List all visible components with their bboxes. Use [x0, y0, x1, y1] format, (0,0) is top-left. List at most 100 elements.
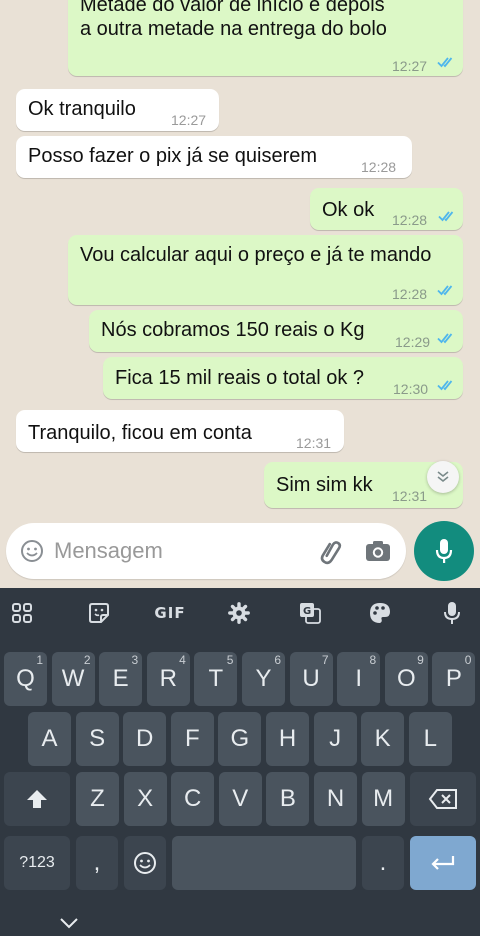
- key-r[interactable]: R4: [146, 652, 190, 706]
- message-time: 12:27: [392, 58, 428, 74]
- emoji-key[interactable]: [124, 836, 166, 890]
- key-label: Y: [255, 665, 272, 692]
- settings-icon[interactable]: [221, 598, 257, 628]
- mic-icon: [435, 539, 453, 563]
- key-label: J: [329, 725, 342, 752]
- key-label: U: [302, 665, 320, 692]
- key-label: I: [355, 665, 363, 692]
- message-bubble-outgoing[interactable]: Ok ok 12:28: [310, 188, 463, 230]
- message-bubble-outgoing[interactable]: Nós cobramos 150 reais o Kg 12:29: [89, 310, 463, 352]
- message-text: Fica 15 mil reais o total ok ?: [115, 367, 364, 389]
- attach-icon[interactable]: [317, 537, 345, 565]
- key-label: F: [184, 725, 200, 752]
- key-m[interactable]: M: [361, 772, 405, 826]
- message-text: Tranquilo, ficou em conta: [28, 422, 252, 444]
- double-check-read-icon: [437, 332, 455, 344]
- backspace-key[interactable]: [410, 772, 476, 826]
- key-hint: 8: [369, 653, 377, 667]
- key-label: M: [373, 785, 394, 812]
- message-bubble-incoming[interactable]: Posso fazer o pix já se quiserem 12:28: [16, 136, 412, 178]
- enter-key[interactable]: [410, 836, 476, 890]
- message-text: Vou calcular aqui o preço e já te mando: [80, 244, 432, 266]
- message-bubble-incoming[interactable]: Tranquilo, ficou em conta 12:31: [16, 410, 344, 452]
- key-l[interactable]: L: [408, 712, 452, 766]
- palette-icon[interactable]: [362, 598, 398, 628]
- message-composer[interactable]: Mensagem: [6, 523, 406, 579]
- key-h[interactable]: H: [266, 712, 309, 766]
- key-e[interactable]: E3: [99, 652, 143, 706]
- sticker-icon[interactable]: [81, 598, 117, 628]
- period-key[interactable]: .: [362, 836, 404, 890]
- symbols-key[interactable]: ?123: [4, 836, 70, 890]
- key-label: W: [61, 665, 85, 692]
- translate-icon[interactable]: G: [292, 598, 328, 628]
- key-x[interactable]: X: [123, 772, 167, 826]
- message-time: 12:28: [361, 159, 397, 175]
- key-label: P: [445, 665, 462, 692]
- key-f[interactable]: F: [170, 712, 214, 766]
- key-label: D: [136, 725, 154, 752]
- shift-key[interactable]: [4, 772, 70, 826]
- message-time: 12:28: [392, 212, 428, 228]
- hide-keyboard-icon[interactable]: [58, 916, 80, 930]
- chat-area: Metade do valor de início e depois a out…: [0, 0, 480, 588]
- double-check-read-icon: [437, 284, 455, 296]
- double-check-read-icon: [437, 379, 455, 391]
- mic-icon[interactable]: [434, 598, 470, 628]
- backspace-icon: [428, 789, 457, 809]
- message-bubble-incoming[interactable]: Ok tranquilo 12:27: [16, 89, 219, 131]
- scroll-to-bottom-button[interactable]: [427, 461, 459, 493]
- key-n[interactable]: N: [314, 772, 357, 826]
- key-hint: 2: [83, 653, 91, 667]
- double-chevron-down-icon: [437, 471, 449, 483]
- apps-icon[interactable]: [4, 598, 40, 628]
- key-hint: 7: [321, 653, 329, 667]
- key-w[interactable]: W2: [51, 652, 95, 706]
- message-bubble-outgoing[interactable]: Vou calcular aqui o preço e já te mando …: [68, 235, 463, 305]
- key-d[interactable]: D: [123, 712, 167, 766]
- message-time: 12:30: [393, 381, 429, 397]
- message-text: Ok tranquilo: [28, 98, 136, 120]
- key-t[interactable]: T5: [194, 652, 238, 706]
- emoji-icon[interactable]: [20, 539, 44, 563]
- shift-arrow-icon: [27, 790, 47, 808]
- key-z[interactable]: Z: [76, 772, 119, 826]
- message-text: Ok ok: [322, 199, 375, 221]
- key-label: B: [279, 785, 296, 812]
- message-time: 12:27: [171, 112, 207, 128]
- gif-button[interactable]: GIF: [150, 598, 190, 628]
- key-g[interactable]: G: [218, 712, 262, 766]
- message-bubble-outgoing[interactable]: Fica 15 mil reais o total ok ? 12:30: [103, 357, 463, 399]
- key-y[interactable]: Y6: [242, 652, 285, 706]
- voice-message-button[interactable]: [414, 521, 474, 581]
- key-o[interactable]: O9: [384, 652, 428, 706]
- key-label: L: [423, 725, 437, 752]
- key-q[interactable]: Q1: [4, 652, 47, 706]
- key-b[interactable]: B: [266, 772, 310, 826]
- message-bubble-outgoing[interactable]: Metade do valor de início e depois a out…: [68, 0, 463, 76]
- space-key[interactable]: [172, 836, 356, 890]
- key-u[interactable]: U7: [289, 652, 333, 706]
- symbols-label: ?123: [19, 854, 55, 871]
- key-j[interactable]: J: [313, 712, 357, 766]
- key-label: R: [159, 665, 177, 692]
- key-k[interactable]: K: [361, 712, 405, 766]
- message-time: 12:31: [392, 488, 428, 504]
- gif-label: GIF: [154, 604, 186, 622]
- double-check-read-icon: [438, 210, 456, 222]
- key-label: A: [41, 725, 58, 752]
- key-a[interactable]: A: [28, 712, 71, 766]
- key-label: T: [208, 665, 224, 692]
- key-hint: 4: [179, 653, 186, 667]
- key-c[interactable]: C: [171, 772, 215, 826]
- message-input[interactable]: Mensagem: [54, 538, 163, 564]
- key-label: G: [230, 725, 250, 752]
- key-s[interactable]: S: [75, 712, 119, 766]
- key-label: X: [137, 785, 154, 812]
- key-p[interactable]: P0: [432, 652, 476, 706]
- key-i[interactable]: I8: [337, 652, 381, 706]
- key-v[interactable]: V: [218, 772, 262, 826]
- comma-key[interactable]: ,: [76, 836, 118, 890]
- camera-icon[interactable]: [364, 538, 392, 564]
- key-label: Q: [16, 665, 35, 692]
